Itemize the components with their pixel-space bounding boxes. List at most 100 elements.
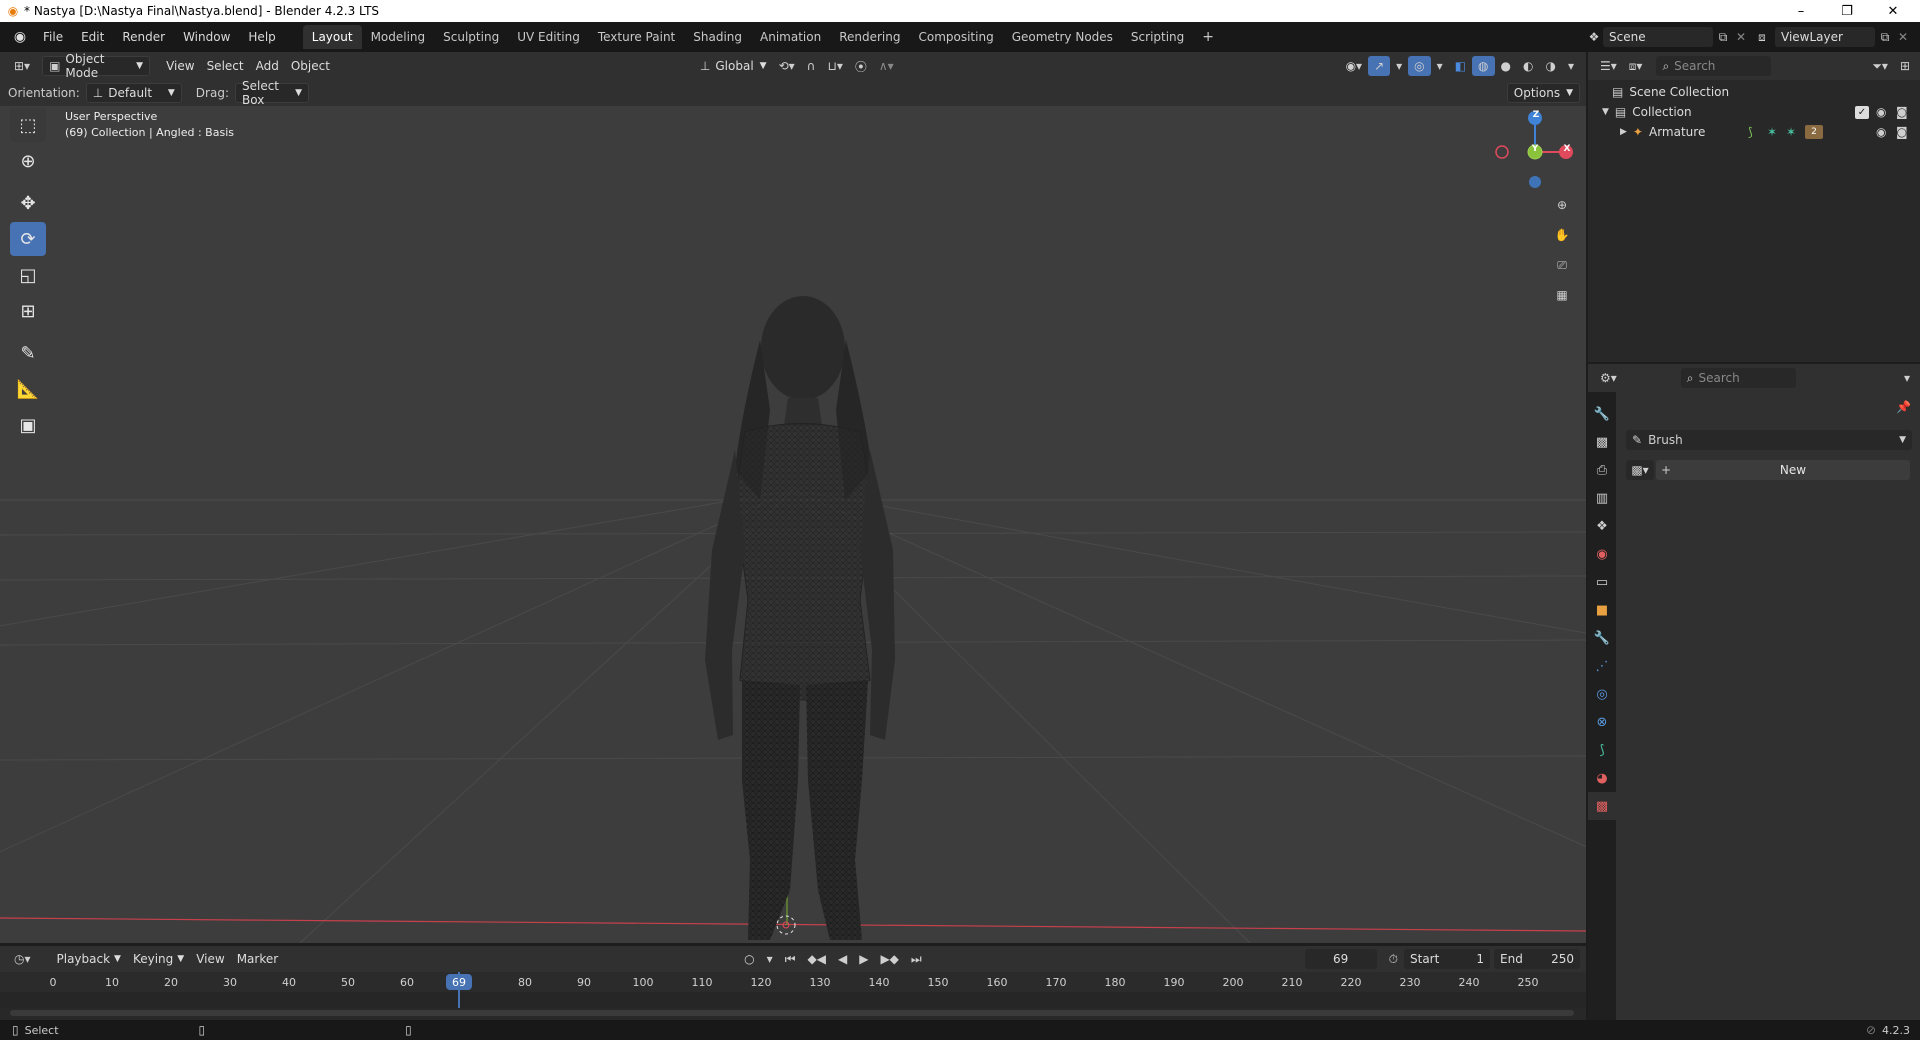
camera-view-button[interactable]: ⎚ [1548, 251, 1576, 279]
xray-toggle[interactable]: ◧ [1449, 56, 1472, 76]
outliner-editor-type[interactable]: ☰▾ [1594, 56, 1623, 76]
editor-type-button[interactable]: ⊞▾ [8, 56, 36, 76]
drag-dropdown[interactable]: Select Box ▼ [234, 79, 309, 107]
tab-texture[interactable]: ▩ [1588, 792, 1616, 820]
orientation-dropdown[interactable]: ⊥ Default ▼ [85, 83, 182, 103]
eye-icon[interactable]: ◉ [1876, 105, 1886, 119]
gizmo-toggle[interactable]: ↗ [1368, 56, 1391, 76]
menu-file[interactable]: File [34, 26, 72, 48]
end-frame-field[interactable]: End 250 [1494, 949, 1580, 969]
new-collection-button[interactable]: ⊞ [1894, 56, 1916, 76]
proportional-edit-toggle[interactable]: ⦿ [849, 56, 873, 76]
move-tool[interactable]: ✥ [10, 186, 46, 220]
perspective-toggle-button[interactable]: ▦ [1548, 281, 1576, 309]
rendered-shading-button[interactable]: ◑ [1539, 56, 1561, 76]
mode-dropdown[interactable]: ▣ Object Mode ▼ [42, 52, 151, 80]
tab-material[interactable]: ◕ [1588, 764, 1616, 792]
menu-edit[interactable]: Edit [72, 26, 113, 48]
tab-sculpting[interactable]: Sculpting [434, 25, 508, 49]
properties-search-input[interactable]: ⌕ Search [1680, 368, 1796, 388]
timeline-area[interactable]: 0 10 20 30 40 50 60 80 90 100 110 120 130 140 150 160 17… [0, 972, 1586, 1020]
view-layer-field[interactable]: ViewLayer [1775, 27, 1875, 47]
tab-geometry-nodes[interactable]: Geometry Nodes [1003, 25, 1122, 49]
tab-rendering[interactable]: Rendering [830, 25, 909, 49]
camera-icon[interactable]: ◙ [1896, 105, 1908, 119]
tab-modeling[interactable]: Modeling [362, 25, 435, 49]
tab-tool[interactable]: 🔧 [1588, 400, 1616, 428]
collection-row[interactable]: ▼ ▤ Collection ✓ ◉ ◙ [1588, 102, 1920, 122]
eye-icon[interactable]: ◉ [1876, 125, 1886, 139]
expand-arrow-icon[interactable]: ▼ [1602, 107, 1609, 117]
timeline-scrollbar[interactable] [10, 1010, 1574, 1016]
remove-view-layer-icon[interactable]: ✕ [1895, 30, 1911, 44]
rotate-tool[interactable]: ⟳ [10, 222, 46, 256]
menu-render[interactable]: Render [113, 26, 174, 48]
next-keyframe-button[interactable]: ▶◆ [874, 949, 904, 969]
jump-start-button[interactable]: ⏮ [779, 949, 802, 969]
tab-world[interactable]: ◉ [1588, 540, 1616, 568]
properties-options[interactable]: ▾ [1898, 368, 1916, 388]
menu-select[interactable]: Select [201, 56, 250, 76]
menu-help[interactable]: Help [239, 26, 284, 48]
menu-playback[interactable]: Playback ▼ [51, 949, 127, 969]
tab-texture-paint[interactable]: Texture Paint [589, 25, 684, 49]
keying-set-dropdown[interactable]: ▾ [761, 949, 779, 969]
add-workspace-button[interactable]: + [1193, 25, 1223, 49]
character-mesh[interactable] [705, 296, 895, 940]
plus-icon[interactable]: + [1656, 460, 1676, 480]
camera-icon[interactable]: ◙ [1896, 125, 1908, 139]
tab-scripting[interactable]: Scripting [1122, 25, 1193, 49]
transform-orientation-dropdown[interactable]: ⊥ Global ▼ [694, 56, 773, 76]
preview-range-toggle[interactable]: ⏱ [1383, 949, 1404, 969]
armature-row[interactable]: ▶ ✦ Armature ⟆ ✶ ✶ 2 ◉ ◙ [1588, 122, 1920, 142]
start-frame-field[interactable]: Start 1 [1404, 949, 1490, 969]
remove-scene-icon[interactable]: ✕ [1733, 30, 1749, 44]
tab-shading[interactable]: Shading [684, 25, 751, 49]
menu-add[interactable]: Add [250, 56, 285, 76]
tab-collection[interactable]: ▭ [1588, 568, 1616, 596]
blender-menu-icon[interactable]: ◉ [6, 29, 34, 45]
include-checkbox[interactable]: ✓ [1855, 105, 1869, 119]
overlay-options[interactable]: ▾ [1431, 56, 1449, 76]
scene-name-field[interactable]: Scene [1603, 27, 1713, 47]
tab-output[interactable]: ⎙ [1588, 456, 1616, 484]
tab-layout[interactable]: Layout [302, 25, 362, 49]
jump-end-button[interactable]: ⏭ [905, 949, 928, 969]
add-cube-tool[interactable]: ▣ [10, 408, 46, 442]
auto-keying-toggle[interactable]: ○ [738, 949, 760, 969]
menu-timeline-view[interactable]: View [190, 949, 230, 969]
scene-collection-row[interactable]: ▤ Scene Collection [1588, 82, 1920, 102]
maximize-button[interactable]: ❐ [1824, 0, 1870, 22]
shading-options[interactable]: ▾ [1562, 56, 1580, 76]
timeline-editor-type[interactable]: ◷▾ [8, 949, 37, 969]
tab-object[interactable]: ■ [1588, 596, 1616, 624]
scale-tool[interactable]: ◱ [10, 258, 46, 292]
play-button[interactable]: ▶ [853, 949, 874, 969]
solid-shading-button[interactable]: ● [1495, 56, 1517, 76]
snap-toggle[interactable]: ∩ [801, 56, 822, 76]
tab-particles[interactable]: ⋰ [1588, 652, 1616, 680]
menu-object[interactable]: Object [285, 56, 336, 76]
tab-compositing[interactable]: Compositing [909, 25, 1002, 49]
current-frame-field[interactable]: 69 [1304, 949, 1377, 969]
playhead-label[interactable]: 69 [446, 974, 472, 990]
duplicate-view-layer-icon[interactable]: ⧉ [1875, 30, 1895, 45]
pan-button[interactable]: ✋ [1548, 221, 1576, 249]
visibility-toggle[interactable]: ◉▾ [1340, 56, 1369, 76]
checker-texture-icon[interactable]: ▩▾ [1626, 460, 1654, 480]
brush-dropdown[interactable]: ✎ Brush ▼ [1626, 430, 1912, 450]
properties-editor-type[interactable]: ⚙▾ [1594, 368, 1623, 388]
new-texture-button[interactable]: New [1676, 460, 1910, 480]
minimize-button[interactable]: – [1778, 0, 1824, 22]
outliner-search-input[interactable]: ⌕ Search [1656, 56, 1772, 76]
snap-target-button[interactable]: ⊔▾ [821, 56, 848, 76]
menu-marker[interactable]: Marker [231, 949, 284, 969]
wireframe-shading-button[interactable]: ◍ [1472, 56, 1495, 76]
tab-modifiers[interactable]: 🔧 [1588, 624, 1616, 652]
transform-tool[interactable]: ⊞ [10, 294, 46, 328]
zoom-button[interactable]: ⊕ [1548, 191, 1576, 219]
falloff-button[interactable]: ∧▾ [873, 56, 900, 76]
3d-viewport[interactable]: Z X Y User Perspective (69) Collection |… [0, 80, 1586, 943]
tab-view-layer[interactable]: ▥ [1588, 484, 1616, 512]
annotate-tool[interactable]: ✎ [10, 336, 46, 370]
